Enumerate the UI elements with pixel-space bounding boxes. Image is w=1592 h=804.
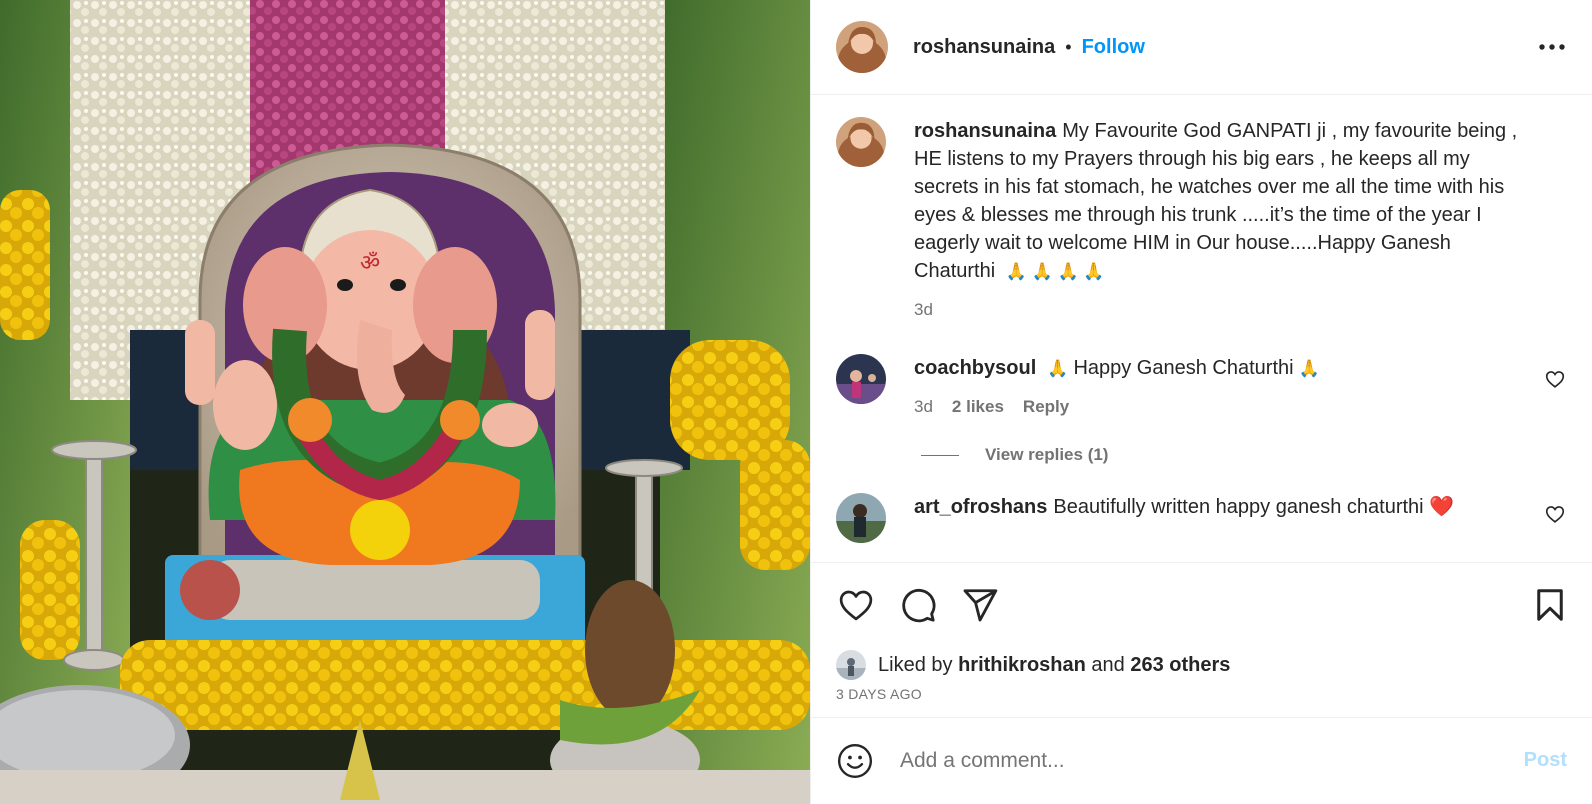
caption-emoji: 🙏 🙏 🙏 🙏 <box>1005 262 1105 281</box>
separator-dot: • <box>1065 36 1072 57</box>
caption-meta: 3d <box>914 300 1524 320</box>
comment-button[interactable] <box>898 585 938 625</box>
action-bar <box>811 563 1592 647</box>
post-comment-button[interactable]: Post <box>1524 749 1567 772</box>
caption-entry: roshansunaina My Favourite God GANPATI ji… <box>836 117 1568 320</box>
caption-text: roshansunaina My Favourite God GANPATI ji… <box>914 117 1524 286</box>
caption-username[interactable]: roshansunaina <box>914 120 1056 142</box>
author-username[interactable]: roshansunaina <box>913 36 1055 59</box>
like-button[interactable] <box>836 585 876 625</box>
comment-item: art_ofroshans Beautifully written happy g… <box>836 493 1568 543</box>
likes-prefix: Liked by <box>878 653 953 676</box>
add-comment-bar: Post <box>811 717 1592 803</box>
ganesha-idol-image: ॐ <box>0 0 810 804</box>
comment-item: coachbysoul 🙏 Happy Ganesh Chaturthi 🙏 3d 2… <box>836 354 1568 417</box>
author-avatar[interactable] <box>836 21 888 73</box>
comment-emoji-after: ❤️ <box>1429 496 1455 518</box>
comment-text: art_ofroshans Beautifully written happy g… <box>914 493 1524 521</box>
likes-others-link[interactable]: 263 others <box>1130 654 1230 677</box>
caption-author-avatar[interactable] <box>836 117 886 167</box>
follow-button[interactable]: Follow <box>1082 36 1145 59</box>
replies-divider-line <box>921 454 959 456</box>
liker-username[interactable]: hrithikroshan <box>958 654 1086 677</box>
comments-list[interactable]: roshansunaina My Favourite God GANPATI ji… <box>811 95 1592 563</box>
comment-username[interactable]: coachbysoul <box>914 357 1036 379</box>
commenter-avatar[interactable] <box>836 493 886 543</box>
comment-body: Happy Ganesh Chaturthi <box>1073 357 1294 379</box>
post-side-panel: roshansunaina • Follow roshansunaina My … <box>810 0 1592 804</box>
likes-summary: Liked by hrithikroshan and 263 others <box>811 647 1592 683</box>
post-view: ॐ roshansunaina • Follow roshansunaina M… <box>0 0 1592 804</box>
comment-likes-count[interactable]: 2 likes <box>952 397 1004 417</box>
comment-meta: 3d 2 likes Reply <box>914 397 1524 417</box>
view-replies-button[interactable]: View replies (1) <box>921 445 1568 465</box>
comment-text: coachbysoul 🙏 Happy Ganesh Chaturthi 🙏 <box>914 354 1524 383</box>
comment-username[interactable]: art_ofroshans <box>914 496 1047 518</box>
share-button[interactable] <box>960 585 1000 625</box>
view-replies-label: View replies (1) <box>985 445 1109 464</box>
caption-timestamp[interactable]: 3d <box>914 300 933 320</box>
post-photo[interactable]: ॐ <box>0 0 810 804</box>
more-icon <box>1539 44 1565 50</box>
more-options-button[interactable] <box>1536 31 1568 63</box>
comment-icon <box>902 588 936 623</box>
emoji-picker-button[interactable] <box>836 742 874 780</box>
save-button[interactable] <box>1530 585 1570 625</box>
liker-avatar[interactable] <box>836 650 866 680</box>
comment-body: Beautifully written happy ganesh chaturt… <box>1053 496 1424 518</box>
likes-middle: and <box>1091 653 1125 676</box>
post-date[interactable]: 3 DAYS AGO <box>811 683 1592 713</box>
share-icon <box>963 589 998 622</box>
bookmark-icon <box>1537 589 1563 621</box>
comment-like-heart-icon[interactable] <box>1544 368 1566 390</box>
comment-emoji-before: 🙏 <box>1047 359 1069 378</box>
commenter-avatar[interactable] <box>836 354 886 404</box>
comment-timestamp[interactable]: 3d <box>914 397 933 417</box>
comment-like-heart-icon[interactable] <box>1544 503 1566 525</box>
post-header: roshansunaina • Follow <box>811 0 1592 95</box>
caption-body: My Favourite God GANPATI ji , my favouri… <box>914 120 1518 282</box>
comment-input[interactable] <box>898 747 1524 774</box>
emoji-icon <box>837 743 873 778</box>
heart-icon <box>839 590 873 621</box>
comment-emoji-after: 🙏 <box>1298 359 1320 378</box>
svg-text:ॐ: ॐ <box>360 251 380 276</box>
reply-button[interactable]: Reply <box>1023 397 1069 417</box>
